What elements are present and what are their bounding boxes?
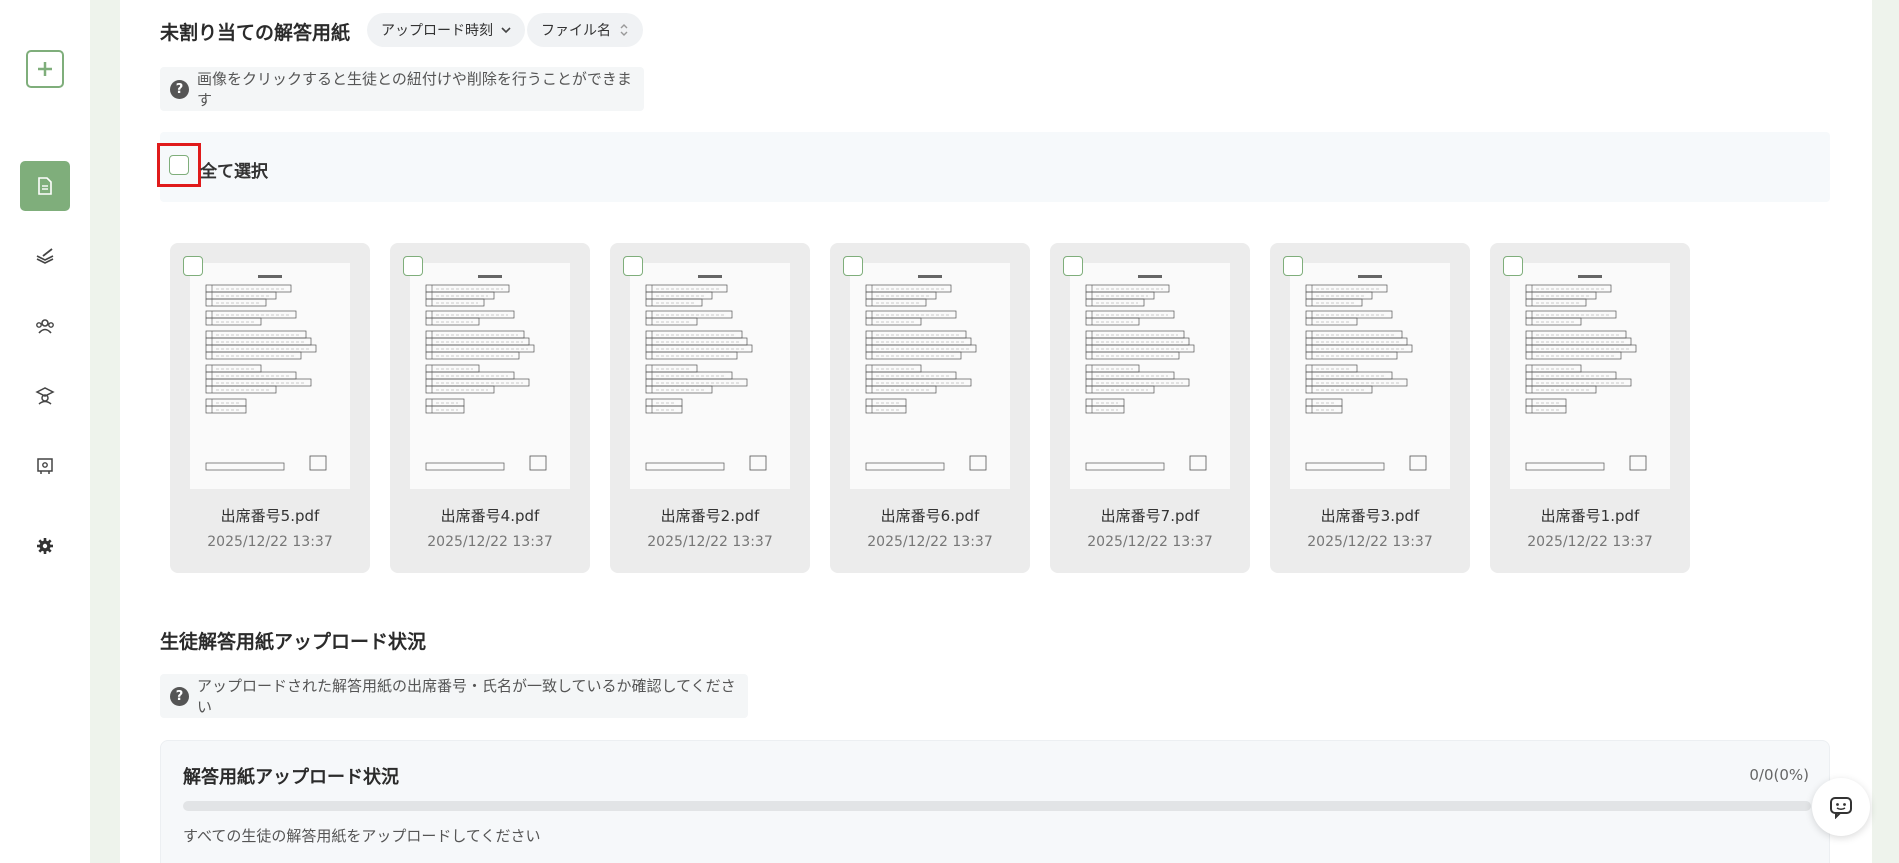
answer-sheet-checkbox[interactable] bbox=[623, 256, 643, 276]
select-all-bar bbox=[160, 132, 1830, 202]
answer-sheet-card[interactable]: 出席番号1.pdf 2025/12/22 13:37 bbox=[1490, 243, 1690, 573]
select-all-checkbox[interactable] bbox=[169, 155, 189, 175]
answer-sheet-card[interactable]: 出席番号4.pdf 2025/12/22 13:37 bbox=[390, 243, 590, 573]
sidebar-item-grading[interactable] bbox=[20, 231, 70, 281]
sidebar-item-students[interactable] bbox=[20, 301, 70, 351]
main-content: 未割り当ての解答用紙 アップロード時刻 ファイル名 ? 画像をクリックすると生徒… bbox=[120, 0, 1872, 863]
answer-sheet-thumbnail[interactable] bbox=[630, 263, 790, 489]
answer-sheet-card[interactable]: 出席番号6.pdf 2025/12/22 13:37 bbox=[830, 243, 1030, 573]
sort-by-upload-time-button[interactable]: アップロード時刻 bbox=[367, 13, 525, 47]
unassigned-hint-text: 画像をクリックすると生徒との紐付けや削除を行うことができます bbox=[197, 70, 632, 109]
answer-sheet-filename: 出席番号4.pdf bbox=[440, 507, 540, 525]
sidebar-item-teachers[interactable] bbox=[20, 371, 70, 421]
answer-sheet-checkbox[interactable] bbox=[843, 256, 863, 276]
help-circle-icon: ? bbox=[170, 686, 189, 706]
answer-sheet-thumbnail[interactable] bbox=[190, 263, 350, 489]
answer-sheet-thumbnail[interactable] bbox=[1070, 263, 1230, 489]
teacher-icon bbox=[35, 387, 55, 405]
upload-status-count: 0/0(0%) bbox=[1749, 766, 1809, 784]
answer-sheet-date: 2025/12/22 13:37 bbox=[647, 534, 773, 550]
answer-sheet-date: 2025/12/22 13:37 bbox=[427, 534, 553, 550]
answer-sheet-card[interactable]: 出席番号3.pdf 2025/12/22 13:37 bbox=[1270, 243, 1470, 573]
answer-sheet-checkbox[interactable] bbox=[403, 256, 423, 276]
unassigned-hint: ? 画像をクリックすると生徒との紐付けや削除を行うことができます bbox=[160, 67, 644, 111]
answer-sheet-filename: 出席番号7.pdf bbox=[1100, 507, 1200, 525]
answer-sheet-card[interactable]: 出席番号2.pdf 2025/12/22 13:37 bbox=[610, 243, 810, 573]
answer-sheet-checkbox[interactable] bbox=[1283, 256, 1303, 276]
answer-sheet-date: 2025/12/22 13:37 bbox=[207, 534, 333, 550]
upload-progress-bar bbox=[183, 801, 1811, 811]
answer-sheet-thumbnail[interactable] bbox=[1510, 263, 1670, 489]
sort-upload-label: アップロード時刻 bbox=[381, 23, 493, 39]
answer-sheet-card[interactable]: 出席番号5.pdf 2025/12/22 13:37 bbox=[170, 243, 370, 573]
sort-updown-icon bbox=[620, 24, 628, 36]
upload-status-title: 解答用紙アップロード状況 bbox=[183, 767, 399, 788]
support-chat-button[interactable] bbox=[1812, 778, 1870, 836]
help-circle-icon: ? bbox=[170, 79, 189, 99]
upload-status-hint-text: アップロードされた解答用紙の出席番号・氏名が一致しているか確認してください bbox=[197, 677, 736, 716]
sidebar-item-classes[interactable] bbox=[20, 441, 70, 491]
answer-sheet-thumbnail[interactable] bbox=[410, 263, 570, 489]
answer-sheet-filename: 出席番号2.pdf bbox=[660, 507, 760, 525]
sidebar bbox=[0, 0, 90, 863]
upload-status-section-title: 生徒解答用紙アップロード状況 bbox=[160, 631, 427, 653]
students-icon bbox=[36, 319, 54, 334]
sidebar-item-answer-sheets[interactable] bbox=[20, 161, 70, 211]
unassigned-section-title: 未割り当ての解答用紙 bbox=[160, 22, 351, 44]
document-icon bbox=[38, 177, 52, 195]
answer-sheet-date: 2025/12/22 13:37 bbox=[867, 534, 993, 550]
sort-by-filename-button[interactable]: ファイル名 bbox=[527, 13, 643, 47]
classroom-icon bbox=[37, 458, 53, 474]
chevron-down-icon bbox=[501, 27, 511, 34]
answer-sheet-filename: 出席番号5.pdf bbox=[220, 507, 320, 525]
answer-sheet-date: 2025/12/22 13:37 bbox=[1527, 534, 1653, 550]
upload-status-message: すべての生徒の解答用紙をアップロードしてください bbox=[183, 827, 541, 845]
answer-sheet-thumbnail[interactable] bbox=[850, 263, 1010, 489]
answer-sheet-filename: 出席番号3.pdf bbox=[1320, 507, 1420, 525]
upload-status-box: 解答用紙アップロード状況 0/0(0%) すべての生徒の解答用紙をアップロードし… bbox=[160, 740, 1830, 863]
answer-sheet-date: 2025/12/22 13:37 bbox=[1087, 534, 1213, 550]
upload-status-hint: ? アップロードされた解答用紙の出席番号・氏名が一致しているか確認してください bbox=[160, 674, 748, 718]
sort-filename-label: ファイル名 bbox=[541, 23, 611, 39]
answer-sheet-filename: 出席番号1.pdf bbox=[1540, 507, 1640, 525]
answer-sheet-thumbnail[interactable] bbox=[1290, 263, 1450, 489]
book-pen-icon bbox=[36, 248, 54, 264]
answer-sheet-checkbox[interactable] bbox=[1503, 256, 1523, 276]
add-icon bbox=[38, 62, 52, 76]
answer-sheet-card[interactable]: 出席番号7.pdf 2025/12/22 13:37 bbox=[1050, 243, 1250, 573]
answer-sheet-date: 2025/12/22 13:37 bbox=[1307, 534, 1433, 550]
gear-icon bbox=[37, 538, 53, 554]
add-button[interactable] bbox=[26, 50, 64, 88]
chat-bot-icon bbox=[1830, 797, 1852, 819]
select-all-label: 全て選択 bbox=[200, 162, 268, 182]
answer-sheet-checkbox[interactable] bbox=[183, 256, 203, 276]
sidebar-item-settings[interactable] bbox=[20, 521, 70, 571]
answer-sheet-filename: 出席番号6.pdf bbox=[880, 507, 980, 525]
answer-sheet-checkbox[interactable] bbox=[1063, 256, 1083, 276]
